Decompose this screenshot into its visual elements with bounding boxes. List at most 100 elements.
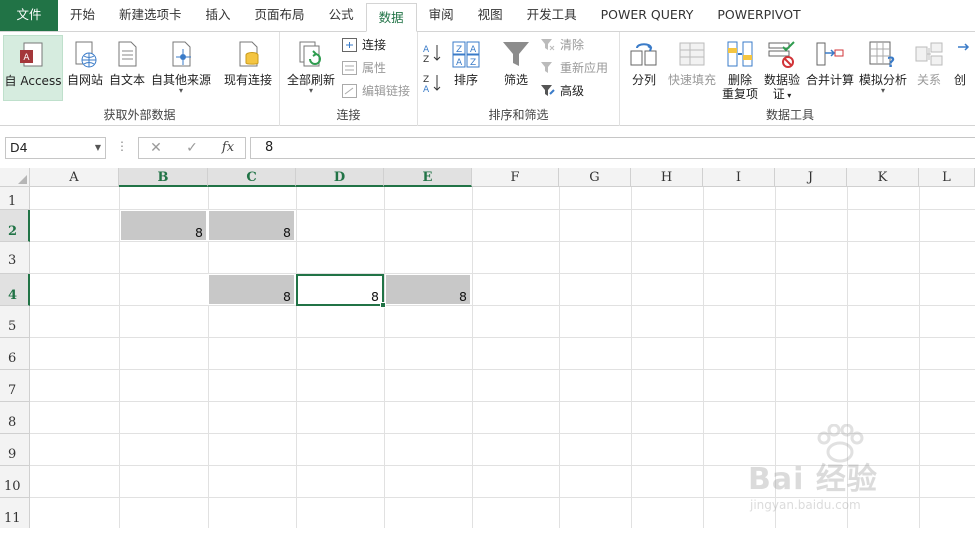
tab-powerpivot[interactable]: POWERPIVOT	[705, 0, 812, 31]
chevron-down-icon: ▾	[308, 86, 313, 95]
column-header-h[interactable]: H	[631, 168, 703, 187]
row-header-6[interactable]: 6	[0, 338, 30, 370]
column-header-l[interactable]: L	[919, 168, 975, 187]
what-if-icon: ?	[869, 41, 895, 69]
group-label-connections: 连接	[336, 108, 361, 122]
consolidate-icon	[816, 42, 844, 66]
row-header-3[interactable]: 3	[0, 242, 30, 274]
column-header-d[interactable]: D	[296, 168, 384, 187]
column-header-a[interactable]: A	[30, 168, 119, 187]
existing-connections-icon	[239, 41, 259, 67]
row-header-8[interactable]: 8	[0, 402, 30, 434]
tab-developer[interactable]: 开发工具	[515, 0, 589, 31]
svg-text:A: A	[423, 85, 430, 94]
row-header-1[interactable]: 1	[0, 187, 30, 210]
group-label-sort-filter: 排序和筛选	[488, 108, 549, 122]
text-to-columns-button[interactable]: 分列	[626, 35, 662, 101]
chevron-down-icon[interactable]: ▼	[95, 138, 101, 158]
row-header-11[interactable]: 11	[0, 498, 30, 528]
select-all-triangle-icon	[18, 175, 27, 184]
group-connections: 全部刷新 ▾ 连接 属性 编辑链接 连接	[280, 32, 418, 126]
column-header-e[interactable]: E	[384, 168, 472, 187]
reapply-button[interactable]: 重新应用	[538, 58, 608, 78]
group-sort-filter: A Z Z A Z A A Z 排序 筛选 清除 重新应用 高级 排序和筛选	[418, 32, 620, 126]
select-all-corner[interactable]	[0, 168, 30, 187]
from-other-sources-button[interactable]: 自其他来源 ▾	[148, 35, 214, 101]
flash-fill-icon	[679, 42, 705, 66]
from-web-button[interactable]: 自网站	[65, 35, 105, 101]
tab-review[interactable]: 审阅	[417, 0, 466, 31]
from-text-button[interactable]: 自文本	[107, 35, 147, 101]
insert-function-icon[interactable]: fx	[213, 139, 243, 157]
connections-button[interactable]: 连接	[340, 35, 386, 55]
gridline	[472, 187, 473, 528]
chevron-down-icon: ▾	[178, 86, 183, 95]
column-header-g[interactable]: G	[559, 168, 631, 187]
from-access-button[interactable]: A 自 Access	[3, 35, 63, 101]
column-header-f[interactable]: F	[472, 168, 559, 187]
sort-icon: Z A A Z	[452, 41, 480, 68]
formula-bar: D4 ▼ ⋮ ✕ ✓ fx 8	[0, 126, 975, 168]
advanced-filter-icon	[541, 85, 555, 96]
name-box[interactable]: D4 ▼	[5, 137, 106, 159]
column-header-c[interactable]: C	[208, 168, 296, 187]
advanced-filter-button[interactable]: 高级	[538, 81, 584, 101]
svg-text:?: ?	[887, 55, 895, 69]
column-header-j[interactable]: J	[775, 168, 847, 187]
group-get-external-data: A 自 Access 自网站 自文本 自其他来源 ▾ 现有连接 获取外部数据	[0, 32, 280, 126]
svg-text:A: A	[23, 53, 30, 63]
tab-new-tab[interactable]: 新建选项卡	[107, 0, 194, 31]
what-if-analysis-button[interactable]: ? 模拟分析 ▾	[858, 35, 908, 101]
remove-duplicates-button[interactable]: 删除 重复项	[720, 35, 760, 101]
watermark-url: jingyan.baidu.com	[750, 498, 861, 512]
column-header-k[interactable]: K	[847, 168, 919, 187]
sort-ascending-button[interactable]: A Z	[422, 42, 444, 65]
existing-connections-button[interactable]: 现有连接	[220, 35, 276, 101]
sort-descending-button[interactable]: Z A	[422, 72, 444, 95]
tab-home[interactable]: 开始	[58, 0, 107, 31]
tab-formulas[interactable]: 公式	[317, 0, 366, 31]
formula-bar-grip[interactable]: ⋮	[116, 139, 128, 153]
refresh-all-button[interactable]: 全部刷新 ▾	[284, 35, 338, 101]
tab-page-layout[interactable]: 页面布局	[243, 0, 317, 31]
create-relationship-button[interactable]: 创	[954, 35, 974, 101]
relationships-icon	[915, 42, 943, 66]
row-header-2[interactable]: 2	[0, 210, 30, 242]
relationships-button[interactable]: 关系	[910, 35, 948, 101]
row-header-7[interactable]: 7	[0, 370, 30, 402]
tab-file[interactable]: 文件	[0, 0, 58, 31]
worksheet-grid[interactable]: A B C D E F G H I J K L 1 2 3 4 5 6 7 8 …	[0, 168, 975, 528]
funnel-icon	[503, 42, 529, 66]
clear-button[interactable]: 清除	[538, 35, 584, 55]
edit-links-button[interactable]: 编辑链接	[340, 81, 410, 101]
cell-b2[interactable]: 8	[120, 210, 207, 241]
gridline	[30, 241, 975, 242]
column-header-b[interactable]: B	[119, 168, 208, 187]
tab-power-query[interactable]: POWER QUERY	[589, 0, 706, 31]
row-header-4[interactable]: 4	[0, 274, 30, 306]
sort-button[interactable]: Z A A Z 排序	[448, 35, 484, 101]
row-header-5[interactable]: 5	[0, 306, 30, 338]
confirm-entry-icon[interactable]: ✓	[177, 139, 207, 157]
tab-data[interactable]: 数据	[365, 3, 417, 32]
filter-button[interactable]: 筛选	[496, 35, 536, 101]
cell-c4[interactable]: 8	[208, 274, 295, 305]
svg-text:Z: Z	[470, 58, 476, 68]
cell-d4-selected[interactable]: 8	[296, 274, 384, 306]
cell-c2[interactable]: 8	[208, 210, 295, 241]
tab-insert[interactable]: 插入	[194, 0, 243, 31]
formula-input[interactable]: 8	[250, 137, 975, 159]
consolidate-button[interactable]: 合并计算	[804, 35, 856, 101]
tab-view[interactable]: 视图	[466, 0, 515, 31]
flash-fill-button[interactable]: 快速填充	[666, 35, 718, 101]
gridline	[30, 273, 975, 274]
cancel-entry-icon[interactable]: ✕	[141, 139, 171, 157]
row-header-10[interactable]: 10	[0, 466, 30, 498]
column-header-i[interactable]: I	[703, 168, 775, 187]
text-file-icon	[118, 41, 137, 67]
data-validation-button[interactable]: 数据验 证 ▾	[762, 35, 802, 101]
cell-e4[interactable]: 8	[385, 274, 471, 305]
row-header-9[interactable]: 9	[0, 434, 30, 466]
properties-button[interactable]: 属性	[340, 58, 386, 78]
other-sources-icon	[172, 41, 191, 67]
